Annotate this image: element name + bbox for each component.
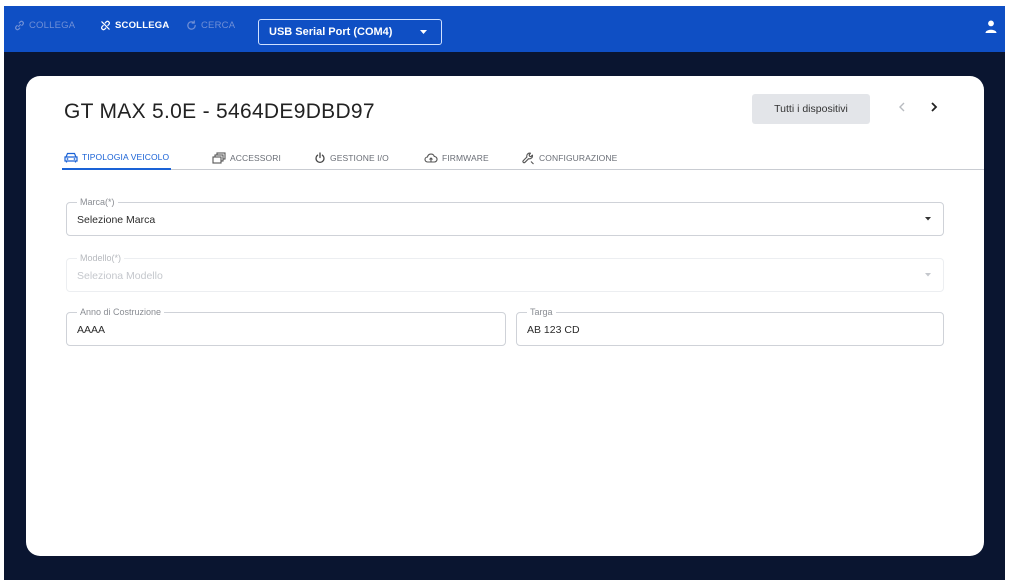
marca-select[interactable]: Marca(*) Selezione Marca — [66, 196, 944, 236]
cloud-icon — [424, 153, 438, 163]
cerca-button[interactable]: CERCA — [186, 20, 235, 31]
anno-value: AAAA — [77, 324, 106, 336]
anno-label: Anno di Costruzione — [77, 306, 165, 318]
modello-select[interactable]: Modello(*) Seleziona Modello — [66, 252, 944, 292]
app-window: COLLEGA SCOLLEGA CERCA USB Serial Port (… — [4, 6, 1005, 580]
anno-costruzione-field[interactable]: Anno di Costruzione AAAA — [66, 306, 506, 346]
collega-label: COLLEGA — [29, 20, 76, 31]
chevron-left-icon[interactable] — [898, 102, 906, 112]
marca-value: Selezione Marca — [77, 214, 156, 226]
tab-gestione-io[interactable]: GESTIONE I/O — [314, 146, 389, 170]
tab-label: GESTIONE I/O — [330, 153, 389, 163]
page-title: GT MAX 5.0E - 5464DE9DBD97 — [64, 100, 375, 123]
tab-bar: TIPOLOGIA VEICOLO ACCESSORI GESTIONE I/O… — [62, 146, 984, 170]
tab-label: FIRMWARE — [442, 153, 489, 163]
chevron-right-icon[interactable] — [930, 102, 938, 112]
caret-down-icon — [925, 273, 931, 277]
cerca-label: CERCA — [201, 20, 236, 31]
device-card: GT MAX 5.0E - 5464DE9DBD97 Tutti i dispo… — [26, 76, 984, 556]
serial-port-select[interactable]: USB Serial Port (COM4) — [258, 19, 442, 45]
collega-button[interactable]: COLLEGA — [14, 20, 75, 31]
user-icon[interactable] — [985, 20, 997, 33]
link-icon — [15, 20, 24, 31]
refresh-icon — [187, 20, 196, 30]
tab-firmware[interactable]: FIRMWARE — [424, 146, 489, 170]
caret-down-icon — [420, 30, 427, 34]
targa-field[interactable]: Targa AB 123 CD — [516, 306, 944, 346]
targa-label: Targa — [527, 306, 556, 318]
tab-tipologia-veicolo[interactable]: TIPOLOGIA VEICOLO — [62, 146, 172, 170]
serial-port-value: USB Serial Port (COM4) — [269, 26, 393, 38]
top-toolbar: COLLEGA SCOLLEGA CERCA USB Serial Port (… — [4, 6, 1005, 52]
modello-value: Seleziona Modello — [77, 270, 163, 282]
wrench-icon — [522, 152, 534, 164]
layers-icon — [212, 152, 226, 164]
all-devices-button[interactable]: Tutti i dispositivi — [752, 94, 870, 124]
power-icon — [315, 152, 325, 164]
marca-label: Marca(*) — [77, 196, 118, 208]
targa-value: AB 123 CD — [527, 324, 580, 336]
scollega-label: SCOLLEGA — [115, 20, 170, 31]
modello-label: Modello(*) — [77, 252, 125, 264]
caret-down-icon — [925, 217, 931, 221]
car-icon — [64, 152, 78, 162]
tab-accessori[interactable]: ACCESSORI — [212, 146, 281, 170]
tab-configurazione[interactable]: CONFIGURAZIONE — [522, 146, 617, 170]
tab-label: TIPOLOGIA VEICOLO — [82, 152, 170, 162]
tab-label: ACCESSORI — [230, 153, 281, 163]
unlink-icon — [101, 20, 110, 31]
tab-label: CONFIGURAZIONE — [539, 153, 618, 163]
scollega-button[interactable]: SCOLLEGA — [100, 20, 169, 31]
